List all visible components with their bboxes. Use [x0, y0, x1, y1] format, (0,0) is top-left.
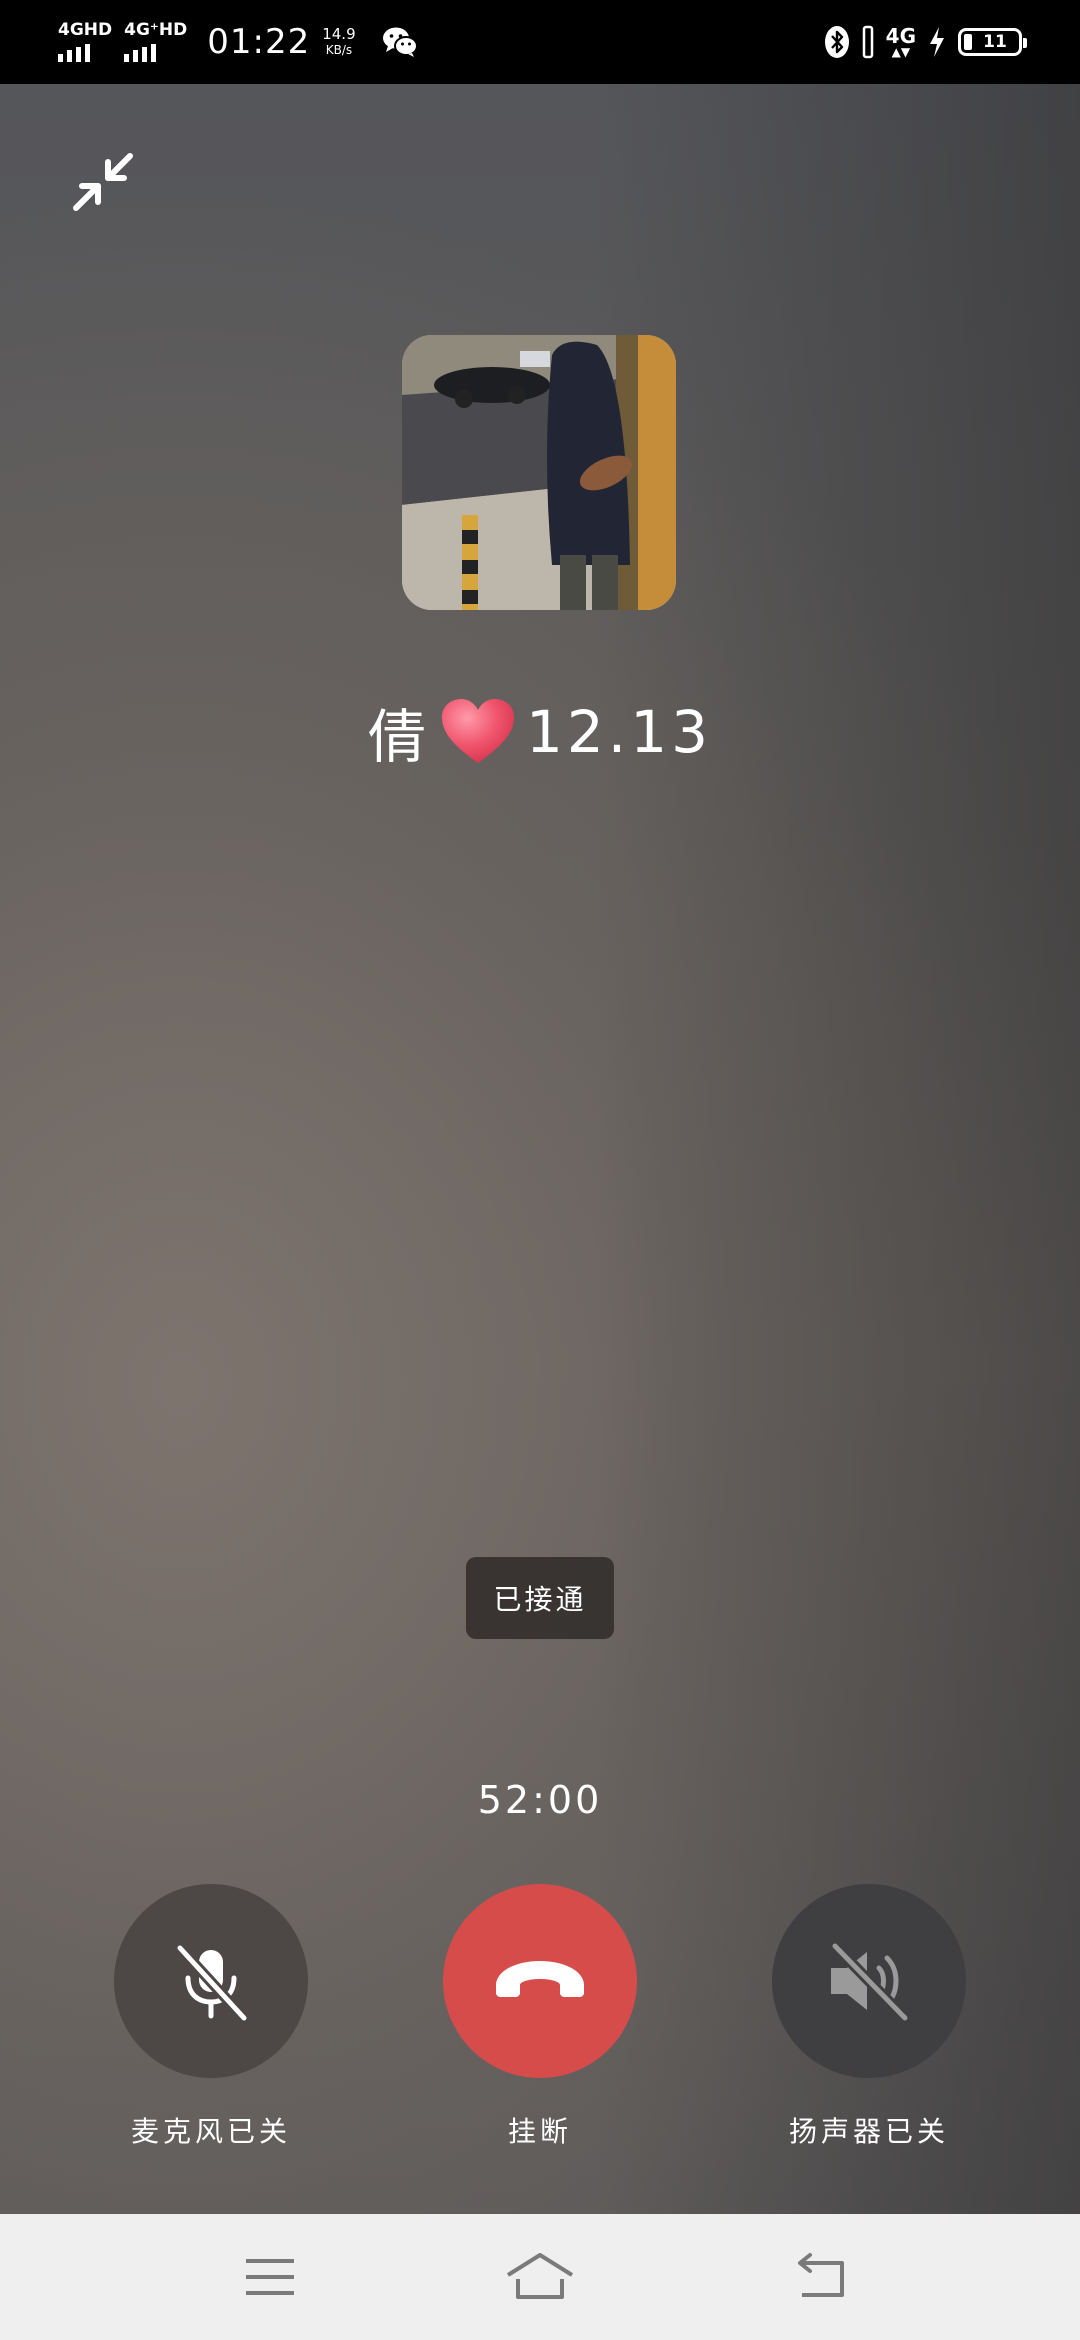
network-label-2: 4G⁺HD: [124, 20, 188, 40]
call-duration: 52:00: [477, 1778, 603, 1822]
data-arrows-icon: ▲▼: [891, 45, 911, 59]
speaker-label: 扬声器已关: [788, 2115, 949, 2148]
speaker-button[interactable]: [772, 1884, 966, 2078]
mic-off-icon: [174, 1942, 250, 2024]
mute-mic-label: 麦克风已关: [130, 2115, 291, 2148]
status-right: 4G ▲▼ 11: [824, 14, 1027, 70]
signal-1: 4GHD: [58, 22, 112, 62]
navigation-bar: [0, 2214, 1080, 2340]
status-left: 4GHD 4G⁺HD 01:22 14.9 KB/s: [58, 14, 418, 70]
caller-name-suffix: 12.13: [525, 698, 713, 766]
battery-icon: 11: [958, 28, 1027, 56]
mute-mic-control: 麦克风已关: [114, 1884, 308, 2150]
home-icon: [506, 2253, 574, 2299]
speaker-control: 扬声器已关: [772, 1884, 966, 2150]
speed-unit: KB/s: [325, 42, 353, 57]
signal-icon: [58, 44, 90, 62]
minimize-icon: [73, 153, 133, 211]
signal-icon: [124, 44, 157, 62]
speed-value: 14.9: [322, 25, 356, 44]
home-button[interactable]: [504, 2247, 576, 2307]
network-speed: 14.9 KB/s: [322, 26, 355, 57]
network-indicator-3: 4G ▲▼: [886, 26, 916, 58]
clock: 01:22: [207, 22, 311, 62]
charging-icon: [928, 26, 946, 58]
vibrate-icon: [862, 25, 874, 59]
network-label-1: 4GHD: [58, 20, 113, 40]
heart-icon: [440, 697, 516, 767]
back-button[interactable]: [792, 2247, 852, 2307]
hangup-label: 挂断: [507, 2115, 572, 2148]
speaker-off-icon: [829, 1940, 911, 2024]
mute-mic-button[interactable]: [114, 1884, 308, 2078]
call-status-toast: 已接通: [466, 1557, 614, 1639]
hangup-control: 挂断: [443, 1884, 637, 2150]
caller-avatar: [402, 335, 676, 610]
menu-icon: [246, 2259, 294, 2295]
status-bar: 4GHD 4G⁺HD 01:22 14.9 KB/s 4G ▲▼ 11: [0, 0, 1080, 84]
hangup-phone-icon: [496, 1961, 584, 1997]
caller-name: 倩 12.13: [0, 690, 1080, 774]
network-label-3: 4G: [885, 24, 916, 48]
battery-level: 11: [983, 32, 1007, 52]
minimize-button[interactable]: [68, 146, 140, 218]
menu-button[interactable]: [240, 2247, 300, 2307]
wechat-icon: [382, 26, 418, 58]
bluetooth-icon: [824, 25, 850, 59]
hangup-button[interactable]: [443, 1884, 637, 2078]
signal-2: 4G⁺HD: [124, 22, 187, 62]
back-icon: [798, 2253, 844, 2297]
caller-name-prefix: 倩: [367, 703, 430, 771]
